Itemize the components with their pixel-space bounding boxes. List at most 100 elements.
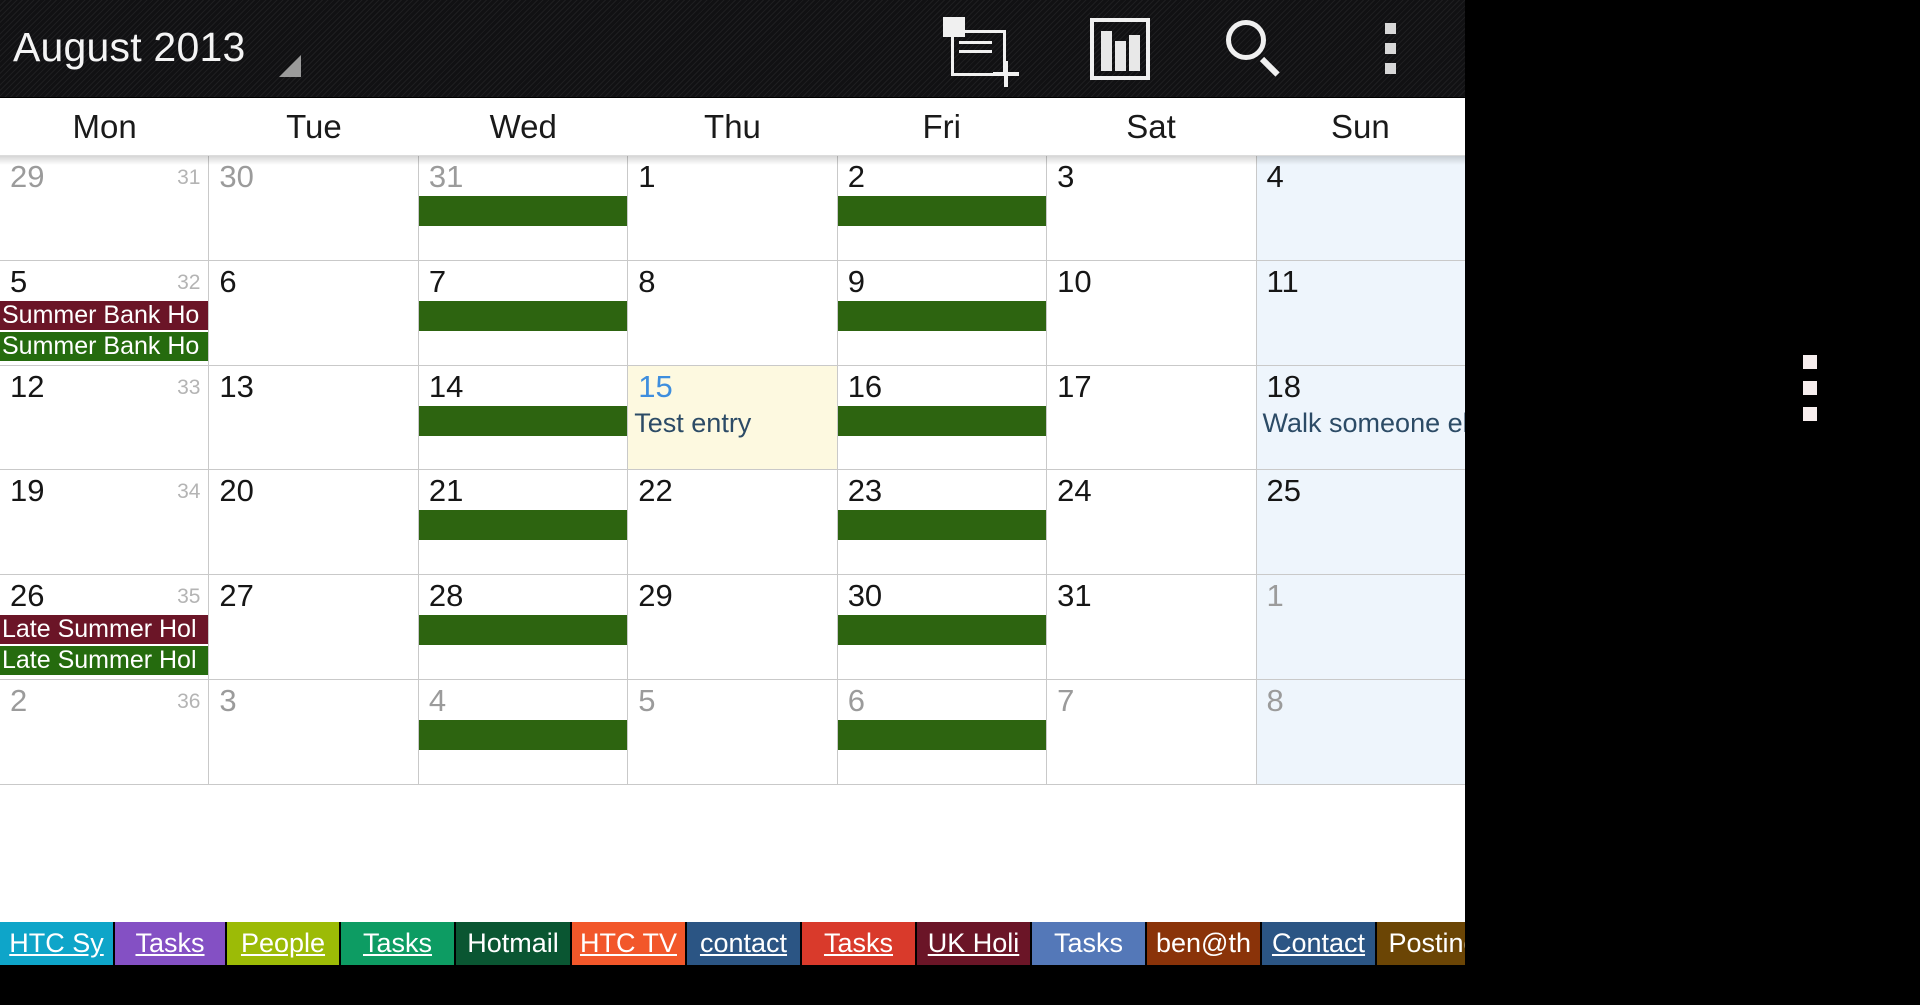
- calendar-event[interactable]: [418, 196, 628, 226]
- new-event-button[interactable]: [930, 0, 1030, 97]
- day-cell[interactable]: 9: [837, 260, 1048, 365]
- overflow-menu-icon[interactable]: [1803, 355, 1817, 421]
- day-cell[interactable]: 22: [628, 470, 838, 575]
- day-cell[interactable]: 16: [837, 365, 1048, 470]
- legend-chip[interactable]: contact: [687, 922, 800, 965]
- legend-chip[interactable]: HTC Sy: [0, 922, 113, 965]
- calendar-event[interactable]: Damson LBL: [0, 363, 208, 365]
- calendar-event[interactable]: [837, 510, 1047, 541]
- legend-chip[interactable]: Tasks: [115, 922, 225, 965]
- calendar-event[interactable]: [837, 719, 1047, 750]
- calendar-event[interactable]: [418, 405, 628, 436]
- legend-chip[interactable]: UK Holi: [917, 922, 1030, 965]
- calendar-event[interactable]: Late Summer Hol: [0, 615, 209, 645]
- bar-chart-icon: [1090, 17, 1150, 80]
- calendar-event[interactable]: [418, 719, 628, 750]
- day-cell[interactable]: 28: [418, 575, 629, 679]
- new-event-icon: [943, 16, 1019, 87]
- weekday-label-sat: Sat: [1126, 107, 1176, 145]
- calendar-event[interactable]: Summer Bank Ho: [0, 331, 209, 361]
- day-cell[interactable]: 1: [1256, 575, 1465, 679]
- day-cell[interactable]: 12 33: [0, 365, 210, 470]
- day-cell[interactable]: 31: [418, 156, 629, 260]
- legend-chip-label: UK Holi: [927, 928, 1020, 958]
- day-cell[interactable]: 19 34: [0, 470, 210, 575]
- day-cell[interactable]: 13: [209, 365, 419, 470]
- day-cell[interactable]: 26 35 Late Summer Hol Late Summer Hol: [0, 575, 210, 679]
- day-cell[interactable]: 4: [418, 679, 629, 784]
- day-cell[interactable]: 1: [628, 156, 838, 260]
- day-events: [837, 405, 1047, 438]
- day-cell[interactable]: 17: [1047, 365, 1257, 470]
- day-cell[interactable]: 11: [1256, 260, 1465, 365]
- day-number: 15: [638, 368, 673, 404]
- calendar-event[interactable]: [837, 300, 1047, 331]
- search-icon: [1222, 16, 1288, 82]
- overflow-menu-icon: [1384, 23, 1396, 74]
- calendar-event[interactable]: [837, 196, 1047, 226]
- legend-chip[interactable]: Contact: [1262, 922, 1375, 965]
- day-number: 9: [847, 263, 865, 299]
- day-cell[interactable]: 3: [1047, 156, 1257, 260]
- day-cell[interactable]: 3: [209, 679, 419, 784]
- legend-chip-label: Tasks: [1053, 928, 1124, 958]
- calendar-event[interactable]: [418, 510, 628, 541]
- legend-chip[interactable]: Tasks: [341, 922, 454, 965]
- calendar-event[interactable]: Late Summer Hol: [0, 646, 209, 676]
- legend-chip[interactable]: ben@th: [1147, 922, 1260, 965]
- legend-chip-label: Tasks: [135, 928, 205, 958]
- search-button[interactable]: [1205, 0, 1305, 97]
- legend-chip[interactable]: Hotmail: [456, 922, 570, 965]
- day-cell[interactable]: 4: [1256, 156, 1465, 260]
- day-cell[interactable]: 5 32 Summer Bank HoSummer Bank Ho Damson LB…: [0, 260, 210, 365]
- day-cell[interactable]: 8: [628, 260, 838, 365]
- legend-chip-label: Tasks: [823, 928, 894, 958]
- dropdown-triangle-icon[interactable]: [279, 55, 301, 77]
- device-bezel: [1465, 0, 1920, 1005]
- day-events: Summer Bank HoSummer Bank Ho Damson LBL: [0, 300, 209, 365]
- day-cell[interactable]: 25: [1256, 470, 1465, 575]
- day-cell[interactable]: 21: [418, 470, 629, 575]
- day-cell[interactable]: 10: [1047, 260, 1257, 365]
- day-number: 7: [428, 263, 447, 299]
- agenda-view-button[interactable]: [1070, 0, 1170, 97]
- day-events: [418, 405, 628, 438]
- day-cell[interactable]: 20: [209, 470, 419, 575]
- day-cell[interactable]: 15 Test entry: [628, 365, 838, 470]
- day-cell[interactable]: 29 31: [0, 156, 210, 260]
- day-cell[interactable]: 29: [628, 575, 838, 679]
- day-cell[interactable]: 7: [418, 260, 629, 365]
- calendar-event[interactable]: [837, 615, 1047, 646]
- day-cell[interactable]: 30: [837, 575, 1048, 679]
- legend-chip[interactable]: Posting: [1377, 922, 1465, 965]
- day-cell[interactable]: 30: [209, 156, 419, 260]
- calendar-event[interactable]: [418, 300, 628, 331]
- calendar-event[interactable]: [837, 405, 1047, 436]
- calendar-event[interactable]: Test entry: [628, 406, 836, 440]
- day-cell[interactable]: 14: [418, 365, 629, 470]
- week-number: 32: [177, 270, 201, 294]
- calendar-event[interactable]: Summer Bank Ho: [0, 300, 209, 330]
- day-cell[interactable]: 18 Walk someone el: [1256, 365, 1465, 470]
- day-cell[interactable]: 5: [628, 679, 838, 784]
- day-cell[interactable]: 31: [1047, 575, 1257, 679]
- day-cell[interactable]: 2 36: [0, 679, 210, 784]
- legend-chip[interactable]: People: [227, 922, 339, 965]
- calendar-event[interactable]: Walk someone el: [1257, 406, 1465, 440]
- day-cell[interactable]: 2: [837, 156, 1048, 260]
- overflow-menu-button[interactable]: [1345, 0, 1435, 97]
- legend-chip-label: HTC Sy: [9, 928, 104, 958]
- calendar-event[interactable]: [418, 615, 628, 646]
- day-number: 10: [1057, 263, 1092, 299]
- day-cell[interactable]: 7: [1047, 679, 1257, 784]
- day-cell[interactable]: 27: [209, 575, 419, 679]
- day-cell[interactable]: 6: [209, 260, 419, 365]
- day-cell[interactable]: 24: [1047, 470, 1257, 575]
- weekday-label-sun: Sun: [1330, 107, 1390, 145]
- legend-chip[interactable]: Tasks: [802, 922, 915, 965]
- day-cell[interactable]: 8: [1256, 679, 1465, 784]
- legend-chip[interactable]: HTC TV: [572, 922, 685, 965]
- day-cell[interactable]: 23: [837, 470, 1048, 575]
- legend-chip[interactable]: Tasks: [1032, 922, 1145, 965]
- day-cell[interactable]: 6: [837, 679, 1048, 784]
